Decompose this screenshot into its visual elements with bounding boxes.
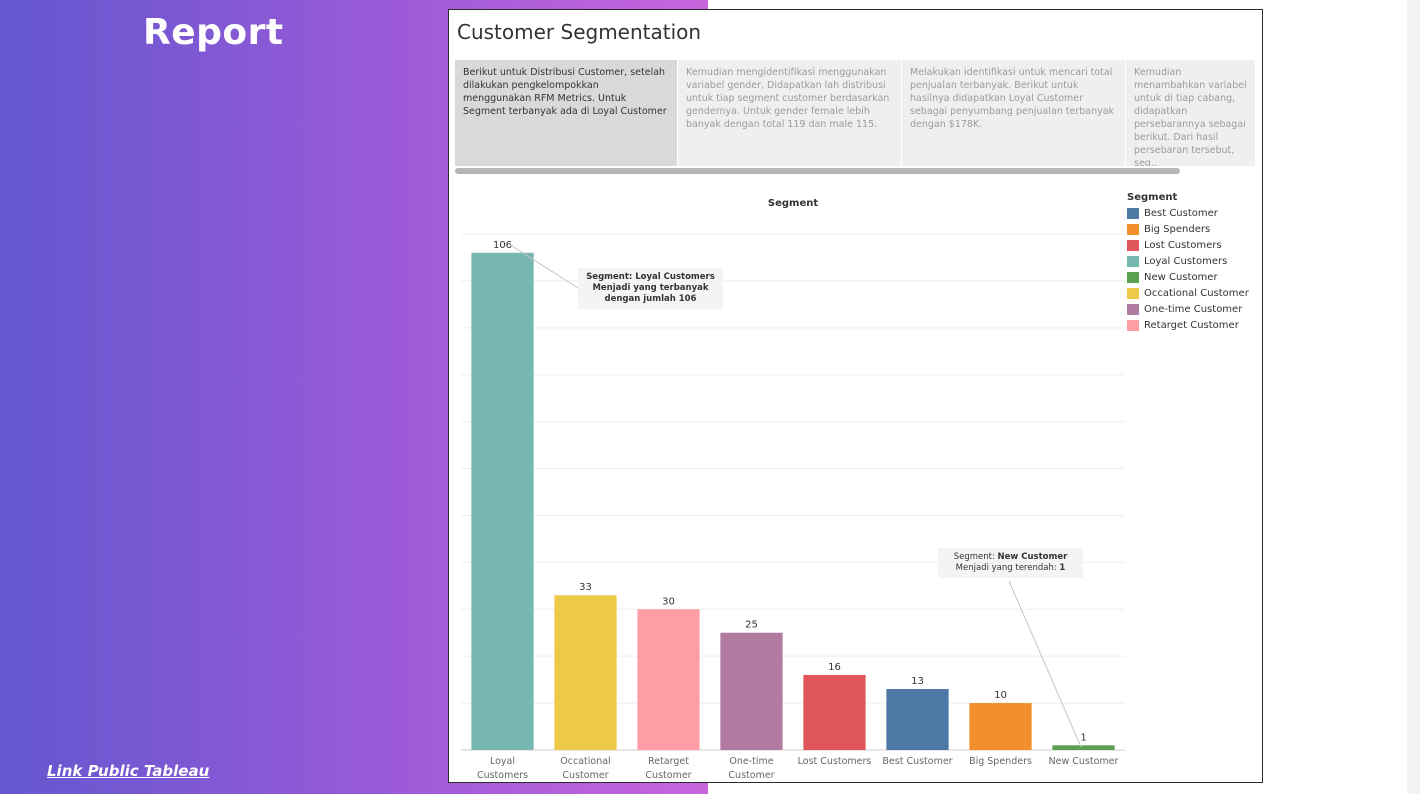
legend-swatch <box>1127 319 1139 331</box>
segment-legend: Segment Best Customer Big Spenders Lost Cu… <box>1127 192 1249 333</box>
link-public-tableau[interactable]: Link Public Tableau <box>47 762 209 780</box>
category-label: Lost Customers <box>798 756 872 767</box>
bar-one-time-customer[interactable] <box>720 632 783 750</box>
legend-swatch <box>1127 287 1139 299</box>
category-label: Customer <box>562 770 608 781</box>
legend-item[interactable]: Loyal Customers <box>1127 253 1249 269</box>
legend-label: New Customer <box>1144 271 1218 283</box>
category-label: Loyal <box>490 756 515 767</box>
legend-label: Big Spenders <box>1144 223 1211 235</box>
legend-title: Segment <box>1127 192 1178 203</box>
story-point-4[interactable]: Kemudian menambahkan variabel untuk di t… <box>1126 60 1256 166</box>
data-label: 1 <box>1080 732 1086 743</box>
legend-label: One-time Customer <box>1144 303 1243 315</box>
data-label: 106 <box>493 240 512 251</box>
legend-swatch <box>1127 239 1139 251</box>
annotation-new-customer: Segment: New Customer Menjadi yang teren… <box>938 548 1083 578</box>
legend-swatch <box>1127 207 1139 219</box>
category-label: New Customer <box>1049 756 1119 767</box>
legend-label: Retarget Customer <box>1144 319 1239 331</box>
category-label: Best Customer <box>882 756 952 767</box>
category-label: Customers <box>477 770 528 781</box>
data-label: 25 <box>745 620 758 631</box>
tableau-dashboard: Customer Segmentation Berikut untuk Dist… <box>448 9 1263 783</box>
legend-item[interactable]: Big Spenders <box>1127 221 1249 237</box>
category-label: Big Spenders <box>969 756 1032 767</box>
annotation-value: New Customer <box>997 552 1068 562</box>
legend-item[interactable]: Retarget Customer <box>1127 317 1249 333</box>
legend-label: Occational Customer <box>1144 287 1249 299</box>
legend-swatch <box>1127 303 1139 315</box>
legend-item[interactable]: Best Customer <box>1127 205 1249 221</box>
bar-new-customer[interactable] <box>1052 745 1115 750</box>
annotation-line: Segment: Loyal Customers <box>586 272 715 282</box>
bar-loyal-customers[interactable] <box>471 252 534 750</box>
category-label: Occational <box>560 756 610 767</box>
bar-big-spenders[interactable] <box>969 703 1032 750</box>
data-label: 16 <box>828 662 841 673</box>
data-label: 13 <box>911 676 924 687</box>
data-label: 33 <box>579 582 592 593</box>
category-label: Customer <box>728 770 774 781</box>
category-label: Customer <box>645 770 691 781</box>
annotation-prefix: Segment: <box>953 552 998 562</box>
legend-item[interactable]: One-time Customer <box>1127 301 1249 317</box>
bar-best-customer[interactable] <box>886 689 949 750</box>
legend-swatch <box>1127 271 1139 283</box>
annotation-line: dengan jumlah 106 <box>604 294 697 304</box>
right-edge-strip <box>1407 0 1420 794</box>
annotation-prefix: Menjadi yang terendah: <box>955 563 1060 573</box>
bar-occational-customer[interactable] <box>554 595 617 750</box>
legend-label: Best Customer <box>1144 207 1218 219</box>
story-points: Berikut untuk Distribusi Customer, setel… <box>455 60 1256 166</box>
story-point-2[interactable]: Kemudian mengidentifikasi menggunakan va… <box>678 60 902 166</box>
legend-label: Lost Customers <box>1144 239 1222 251</box>
annotation-loyal-customers: Segment: Loyal Customers Menjadi yang te… <box>578 268 723 309</box>
legend-item[interactable]: New Customer <box>1127 269 1249 285</box>
bars: 106 Loyal Customers 33 Occational Customer 30 R… <box>471 240 1119 781</box>
bar-lost-customers[interactable] <box>803 674 866 750</box>
bar-retarget-customer[interactable] <box>637 609 700 750</box>
story-point-3[interactable]: Melakukan identifikasi untuk mencari tot… <box>902 60 1126 166</box>
category-label: One-time <box>729 756 773 767</box>
legend-swatch <box>1127 223 1139 235</box>
legend-label: Loyal Customers <box>1144 255 1228 267</box>
legend-item[interactable]: Lost Customers <box>1127 237 1249 253</box>
report-title: Report <box>143 12 284 53</box>
story-point-1[interactable]: Berikut untuk Distribusi Customer, setel… <box>455 60 678 166</box>
dashboard-title: Customer Segmentation <box>457 20 702 44</box>
data-label: 30 <box>662 596 675 607</box>
annotation-value: 1 <box>1059 563 1066 573</box>
data-label: 10 <box>994 690 1007 701</box>
legend-item[interactable]: Occational Customer <box>1127 285 1249 301</box>
chart-title: Segment <box>768 198 818 209</box>
category-label: Retarget <box>648 756 689 767</box>
legend-items: Best Customer Big Spenders Lost Customers L… <box>1127 205 1249 333</box>
annotation-line: Menjadi yang terbanyak <box>592 283 709 293</box>
story-scrollbar[interactable] <box>455 168 1180 174</box>
legend-swatch <box>1127 255 1139 267</box>
